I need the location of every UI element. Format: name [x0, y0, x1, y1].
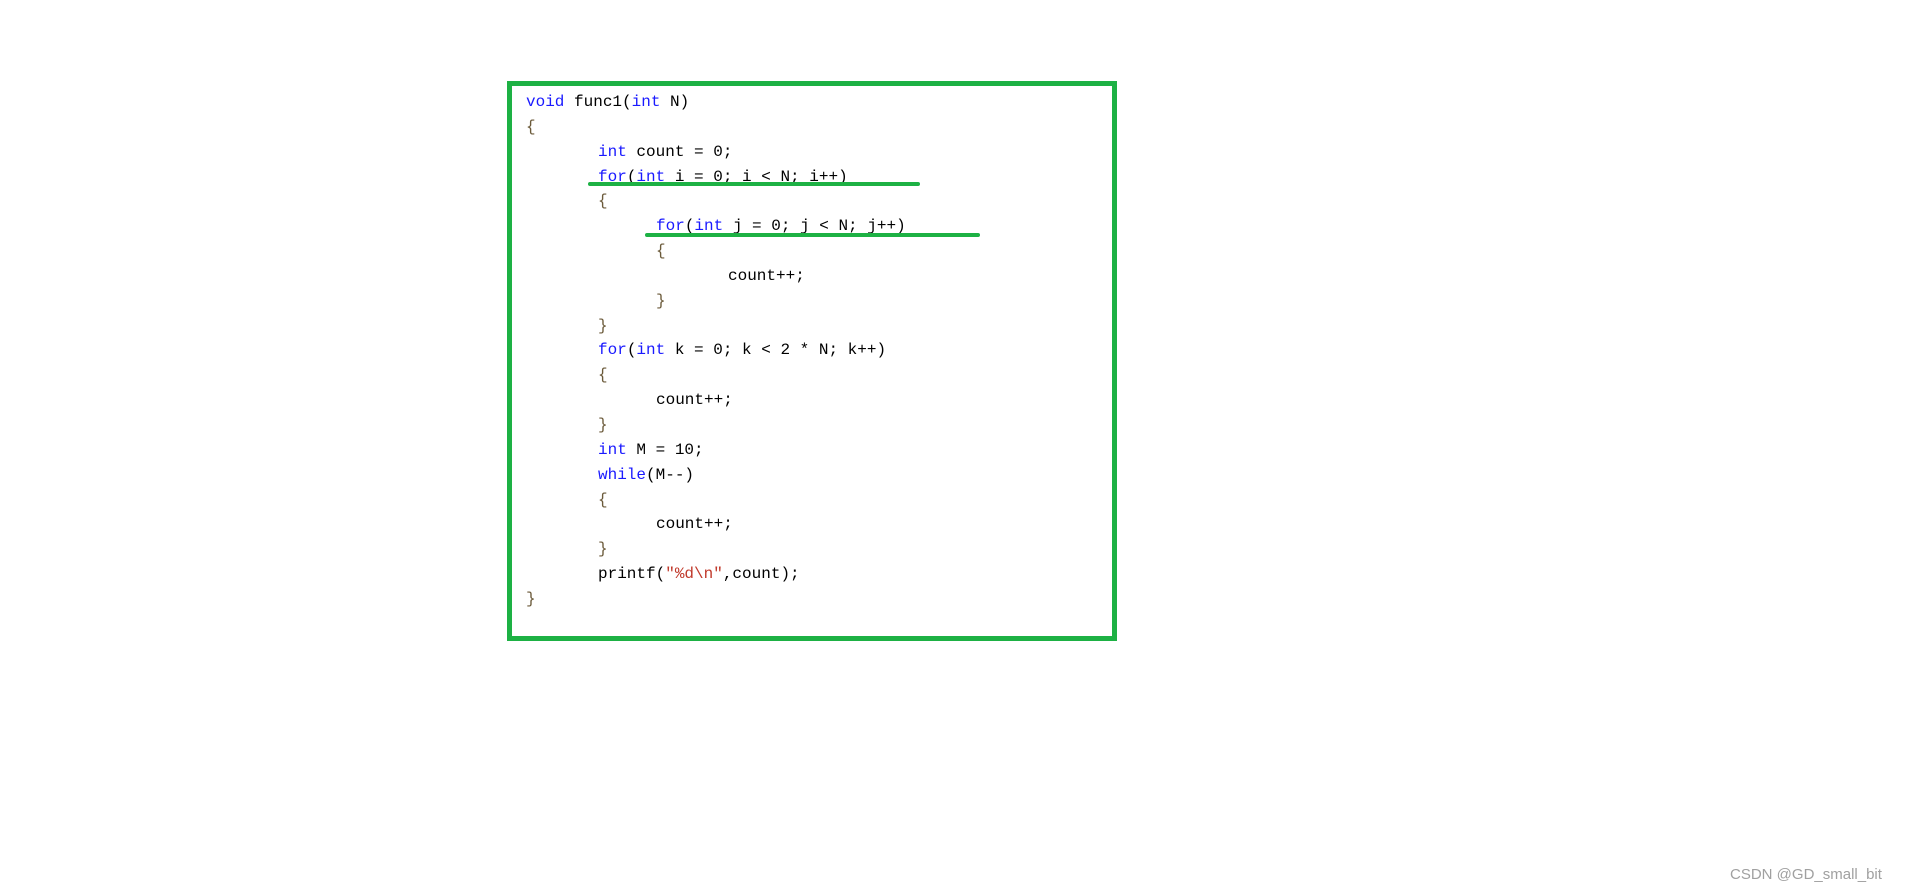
code-line: int M = 10;: [526, 438, 906, 463]
code-token: k = 0; k < 2 * N; k++): [665, 341, 887, 360]
code-token: count++;: [656, 391, 733, 410]
code-line: for(int k = 0; k < 2 * N; k++): [526, 338, 906, 363]
code-keyword: int: [598, 142, 627, 161]
code-token: {: [598, 490, 608, 509]
code-line: {: [526, 189, 906, 214]
code-block: void func1(int N){int count = 0; for(int …: [526, 90, 906, 612]
code-line: }: [526, 314, 906, 339]
code-line: count++;: [526, 264, 906, 289]
code-line: }: [526, 289, 906, 314]
code-token: count++;: [728, 266, 805, 285]
code-line: printf("%d\n",count);: [526, 562, 906, 587]
code-token: {: [598, 366, 608, 385]
code-token: count++;: [656, 515, 733, 534]
code-keyword: while: [598, 465, 647, 484]
code-line: count++;: [526, 512, 906, 537]
code-keyword: int: [598, 440, 627, 459]
code-line: }: [526, 587, 906, 612]
code-token: }: [656, 291, 666, 310]
code-keyword: int: [636, 341, 666, 360]
code-token: }: [598, 540, 608, 559]
code-line: {: [526, 239, 906, 264]
code-line: {: [526, 115, 906, 140]
code-line: while(M--): [526, 463, 906, 488]
watermark: CSDN @GD_small_bit: [1730, 866, 1882, 883]
underline-inner-loop: [645, 233, 980, 237]
code-keyword: for: [598, 341, 627, 360]
code-token: {: [526, 117, 536, 136]
code-token: ,count);: [722, 565, 800, 584]
code-token: }: [526, 589, 536, 608]
code-token: N): [660, 93, 690, 111]
code-token: {: [656, 242, 666, 261]
code-string: "%d\n": [665, 565, 723, 584]
code-keyword: int: [631, 93, 661, 111]
code-keyword: void: [526, 93, 565, 111]
code-line: }: [526, 413, 906, 438]
code-token: func1(: [564, 93, 632, 111]
code-token: M = 10;: [626, 440, 704, 459]
code-token: printf(: [598, 565, 666, 584]
code-line: {: [526, 363, 906, 388]
code-line: int count = 0;: [526, 140, 906, 165]
code-token: (M--): [646, 465, 695, 484]
code-token: {: [598, 192, 608, 211]
code-token: count = 0;: [626, 142, 733, 161]
highlight-box: void func1(int N){int count = 0; for(int …: [507, 81, 1117, 641]
underline-outer-loop: [588, 182, 920, 186]
code-token: }: [598, 415, 608, 434]
code-token: (: [626, 341, 637, 360]
code-token: }: [598, 316, 608, 335]
code-line: }: [526, 537, 906, 562]
code-line: void func1(int N): [526, 90, 906, 115]
code-line: {: [526, 488, 906, 513]
code-line: count++;: [526, 388, 906, 413]
